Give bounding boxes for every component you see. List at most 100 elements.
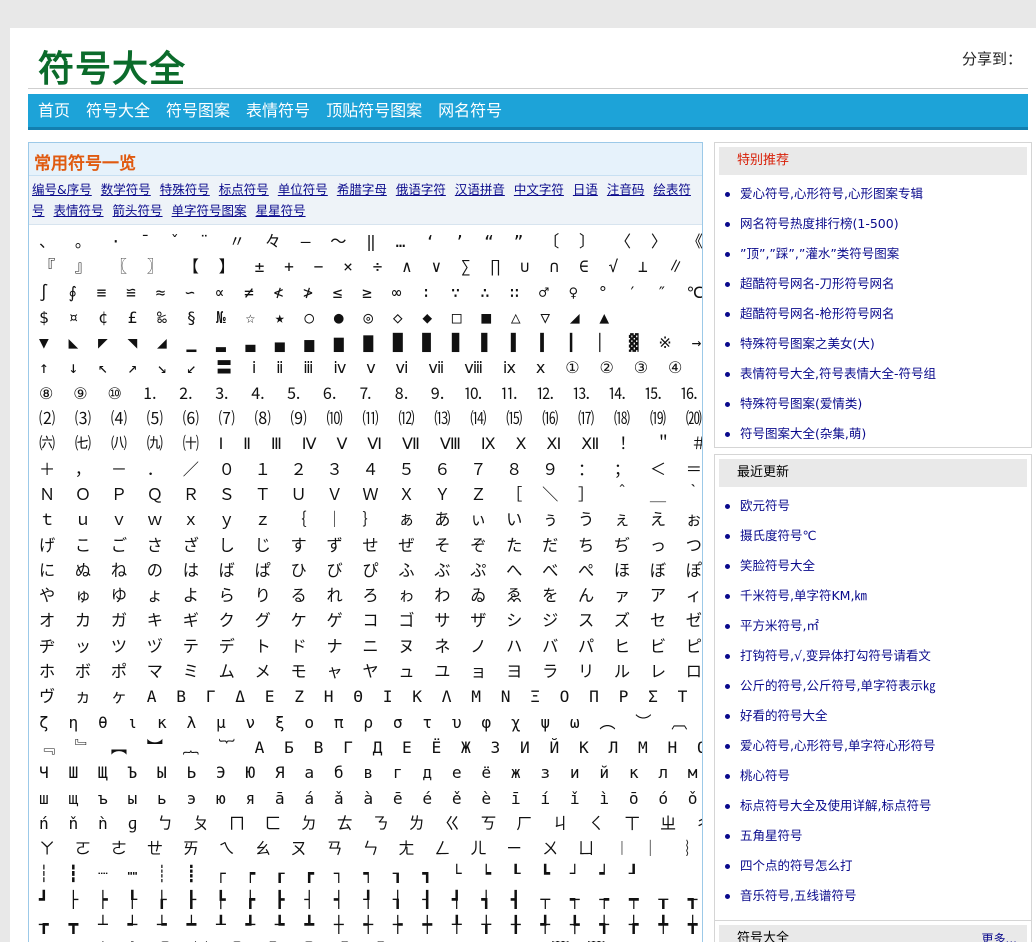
list-item[interactable]: 符号图案大全(杂集,萌) — [725, 419, 1031, 449]
list-item[interactable]: 网名符号热度排行榜(1-500) — [725, 209, 1031, 239]
more-link[interactable]: 更多... — [982, 925, 1017, 942]
symbol-row[interactable]: ╌ ╍ ╎ ╏ ㊣ ㈱ ㊞ ㊥ ㊕ ㊐ ㊑ ﹉ ﹊ ﹍ ﹎ ﹋ ﹌ ﹟ ﹠ — [39, 937, 700, 942]
symbol-row[interactable]: ↑ ↓ ↖ ↗ ↘ ↙ 〓 ⅰ ⅱ ⅲ ⅳ ⅴ ⅵ ⅶ ⅷ ⅸ ⅹ ① ② ③ … — [39, 355, 702, 380]
list-item-link[interactable]: 公斤的符号,公斤符号,单字符表示㎏ — [740, 678, 935, 693]
nav-link[interactable]: 网名符号 — [438, 94, 502, 127]
list-item-link[interactable]: 笑脸符号大全 — [740, 558, 815, 573]
symbol-row[interactable]: ∫ ∮ ≡ ≌ ≈ ∽ ∝ ≠ ≮ ≯ ≤ ≥ ∞ ∶ ∵ ∴ ∷ ♂ ♀ ° … — [39, 280, 702, 305]
symbol-row[interactable]: ζ η θ ι κ λ μ ν ξ ο π ρ σ τ υ φ χ ψ ω ︵ … — [39, 710, 702, 735]
list-item-link[interactable]: 超酷符号网名-刀形符号网名 — [740, 276, 895, 291]
category-link[interactable]: 俄语字符 — [396, 182, 446, 197]
list-item-link[interactable]: 五角星符号 — [740, 828, 803, 843]
list-item[interactable]: 好看的符号大全 — [725, 701, 1031, 731]
list-item[interactable]: 标点符号大全及使用详解,标点符号 — [725, 791, 1031, 821]
nav-link[interactable]: 首页 — [38, 94, 70, 127]
symbol-row[interactable]: ⑧ ⑨ ⑩ ⒈ ⒉ ⒊ ⒋ ⒌ ⒍ ⒎ ⒏ ⒐ ⒑ ⒒ ⒓ ⒔ ⒕ ⒖ ⒗ ⒘ … — [39, 381, 702, 406]
symbol-row[interactable]: ┛ ├ ┝ ┞ ┟ ┠ ┡ ┢ ┣ ┤ ┥ ┦ ┧ ┨ ┩ ┪ ┫ ┬ ┭ ┮ … — [39, 887, 700, 912]
symbol-row[interactable]: ▼ ◣ ◤ ◥ ◢ ▁ ▂ ▃ ▄ ▅ ▆ ▇ █ ▉ ▊ ▋ ▌ ▍ ▎ ▏ … — [39, 330, 702, 355]
symbol-row[interactable]: ш щ ъ ы ь э ю я ā á ǎ à ē é ě è ī í ǐ ì … — [39, 786, 702, 811]
category-link[interactable]: 表情符号 — [54, 203, 104, 218]
symbol-row[interactable]: ㄚ ㄛ ㄜ ㄝ ㄞ ㄟ ㄠ ㄡ ㄢ ㄣ ㄤ ㄥ ㄦ ㄧ ㄨ ㄩ ︱ ︳ ︴ ﹏ … — [39, 836, 702, 861]
category-link[interactable]: 注音码 — [607, 182, 645, 197]
list-item[interactable]: 笑脸符号大全 — [725, 551, 1031, 581]
list-item[interactable]: 摄氏度符号℃ — [725, 521, 1031, 551]
list-item-link[interactable]: 打钩符号,√,变异体打勾符号请看文 — [740, 648, 931, 663]
list-item-link[interactable]: 欧元符号 — [740, 498, 790, 513]
symbol-row[interactable]: Ч Ш Щ Ъ Ы Ь Э Ю Я а б в г д е ё ж з и й … — [39, 760, 702, 785]
symbol-row[interactable]: に ぬ ね の は ば ぱ ひ び ぴ ふ ぶ ぷ へ べ ぺ ほ ぼ ぽ ま … — [39, 558, 702, 583]
symbol-row[interactable]: Ｎ Ｏ Ｐ Ｑ Ｒ Ｓ Ｔ Ｕ Ｖ Ｗ Ｘ Ｙ Ｚ ［ ＼ ］ ＾ ＿ ｀ ａ … — [39, 482, 702, 507]
recent-box: 最近更新 欧元符号 摄氏度符号℃ 笑脸符号大全 千米符号,单字符KM,㎞ 平方米符号,㎡… — [714, 454, 1032, 926]
list-item-link[interactable]: 超酷符号网名-枪形符号网名 — [740, 306, 895, 321]
list-item[interactable]: 超酷符号网名-刀形符号网名 — [725, 269, 1031, 299]
recommend-list: 爱心符号,心形符号,心形图案专辑 网名符号热度排行榜(1-500) ”顶”,”踩”,… — [715, 179, 1031, 449]
list-item[interactable]: 表情符号大全,符号表情大全-符号组 — [725, 359, 1031, 389]
symbol-row[interactable]: ﹃ ﹄ ︻ ︼ ︷ ︸ А Б В Г Д Е Ё Ж З И Й К Л М … — [39, 735, 702, 760]
list-item[interactable]: 桃心符号 — [725, 761, 1031, 791]
list-item-link[interactable]: 符号图案大全(杂集,萌) — [740, 426, 866, 441]
symbol-row[interactable]: げ こ ご さ ざ し じ す ず せ ぜ そ ぞ た だ ち ぢ っ つ づ … — [39, 533, 702, 558]
symbol-row[interactable]: ｔ ｕ ｖ ｗ ｘ ｙ ｚ ｛ ｜ ｝ ぁ あ ぃ い ぅ う ぇ え ぉ お … — [39, 507, 702, 532]
list-item[interactable]: 四个点的符号怎么打 — [725, 851, 1031, 881]
list-item[interactable]: 爱心符号,心形符号,心形图案专辑 — [725, 179, 1031, 209]
list-item-link[interactable]: 爱心符号,心形符号,心形图案专辑 — [740, 186, 923, 201]
symbol-row[interactable]: ＋ ， － ． ／ ０ １ ２ ３ ４ ５ ６ ７ ８ ９ ： ； ＜ ＝ ＞ … — [39, 457, 702, 482]
list-item-link[interactable]: 网名符号热度排行榜(1-500) — [740, 216, 899, 231]
site-logo[interactable]: 符号大全 — [38, 40, 186, 92]
symbol-row[interactable]: ┆ ┇ ┈ ┉ ┊ ┋ ┌ ┍ ┎ ┏ ┐ ┑ ┒ ┓ └ ┕ ┖ ┗ ┘ ┙ … — [39, 861, 700, 886]
category-link[interactable]: 日语 — [573, 182, 598, 197]
symbol-row[interactable]: 、 。 · ˉ ˇ ¨ 〃 々 — ～ ‖ … ‘ ’ “ ” 〔 〕 〈 〉 … — [39, 229, 702, 254]
symbol-row[interactable]: オ カ ガ キ ギ ク グ ケ ゲ コ ゴ サ ザ シ ジ ス ズ セ ゼ ソ … — [39, 608, 702, 633]
list-item-link[interactable]: 桃心符号 — [740, 768, 790, 783]
nav-link[interactable]: 符号大全 — [86, 94, 150, 127]
category-link[interactable]: 单位符号 — [278, 182, 328, 197]
symbol-row[interactable]: ⑵ ⑶ ⑷ ⑸ ⑹ ⑺ ⑻ ⑼ ⑽ ⑾ ⑿ ⒀ ⒁ ⒂ ⒃ ⒄ ⒅ ⒆ ⒇ ㈠ … — [39, 406, 702, 431]
list-item[interactable]: 爱心符号,心形符号,单字符心形符号 — [725, 731, 1031, 761]
list-item[interactable]: 特殊符号图案(爱情类) — [725, 389, 1031, 419]
category-link[interactable]: 希腊字母 — [337, 182, 387, 197]
list-item-link[interactable]: 标点符号大全及使用详解,标点符号 — [740, 798, 931, 813]
category-link[interactable]: 汉语拼音 — [455, 182, 505, 197]
list-item[interactable]: 超酷符号网名-枪形符号网名 — [725, 299, 1031, 329]
category-link[interactable]: 星星符号 — [256, 203, 306, 218]
category-link[interactable]: 数学符号 — [101, 182, 151, 197]
nav-link[interactable]: 表情符号 — [246, 94, 310, 127]
nav-link[interactable]: 符号图案 — [166, 94, 230, 127]
list-item-link[interactable]: 千米符号,单字符KM,㎞ — [740, 588, 867, 603]
symbol-row[interactable]: ┲ ┳ ┴ ┵ ┶ ┷ ┸ ┹ ┺ ┻ ┼ ┽ ┾ ┿ ╀ ╁ ╂ ╃ ╄ ╅ … — [39, 912, 702, 937]
category-link[interactable]: 单字符号图案 — [172, 203, 247, 218]
category-link[interactable]: 标点符号 — [219, 182, 269, 197]
list-item[interactable]: 公斤的符号,公斤符号,单字符表示㎏ — [725, 671, 1031, 701]
symbol-row[interactable]: ホ ボ ポ マ ミ ム メ モ ャ ヤ ュ ユ ョ ヨ ラ リ ル レ ロ ヮ … — [39, 659, 702, 684]
symbol-row[interactable]: ń ň ǹ ɡ ㄅ ㄆ ㄇ ㄈ ㄉ ㄊ ㄋ ㄌ ㄍ ㄎ ㄏ ㄐ ㄑ ㄒ ㄓ ㄔ … — [39, 811, 702, 836]
symbol-row[interactable]: ヂ ッ ツ ヅ テ デ ト ド ナ ニ ヌ ネ ノ ハ バ パ ヒ ビ ピ フ … — [39, 634, 702, 659]
list-item-link[interactable]: 音乐符号,五线谱符号 — [740, 888, 856, 903]
category-link[interactable]: 特殊符号 — [160, 182, 210, 197]
category-link[interactable]: 箭头符号 — [113, 203, 163, 218]
list-item-link[interactable]: 好看的符号大全 — [740, 708, 828, 723]
list-item[interactable]: 特殊符号图案之美女(大) — [725, 329, 1031, 359]
nav-link[interactable]: 顶贴符号图案 — [326, 94, 422, 127]
symbol-row[interactable]: ヴ ヵ ヶ Α Β Γ Δ Ε Ζ Η Θ Ι Κ Λ Μ Ν Ξ Ο Π Ρ … — [39, 684, 702, 709]
symbol-row[interactable]: 『 』 〖 〗 【 】 ± + − × ÷ ∧ ∨ ∑ ∏ ∪ ∩ ∈ √ ⊥ … — [39, 254, 702, 279]
list-item[interactable]: 打钩符号,√,变异体打勾符号请看文 — [725, 641, 1031, 671]
list-item-link[interactable]: 平方米符号,㎡ — [740, 618, 819, 633]
list-item[interactable]: 千米符号,单字符KM,㎞ — [725, 581, 1031, 611]
symbol-row[interactable]: $ ¤ ¢ £ ‰ § № ☆ ★ ○ ● ◎ ◇ ◆ □ ■ △ ▽ ◢ ▲ — [39, 305, 700, 330]
symbol-row[interactable]: ㈥ ㈦ ㈧ ㈨ ㈩ Ⅰ Ⅱ Ⅲ Ⅳ Ⅴ Ⅵ Ⅶ Ⅷ Ⅸ Ⅹ Ⅺ Ⅻ ！ ＂ ＃ … — [39, 431, 702, 456]
category-link[interactable]: 编号&序号 — [32, 182, 92, 197]
category-link[interactable]: 中文字符 — [514, 182, 564, 197]
list-item[interactable]: 五角星符号 — [725, 821, 1031, 851]
list-item-link[interactable]: 爱心符号,心形符号,单字符心形符号 — [740, 738, 935, 753]
list-item-link[interactable]: 摄氏度符号℃ — [740, 528, 817, 543]
list-item[interactable]: 欧元符号 — [725, 491, 1031, 521]
list-item[interactable]: 音乐符号,五线谱符号 — [725, 881, 1031, 911]
list-item-link[interactable]: 特殊符号图案之美女(大) — [740, 336, 875, 351]
list-item[interactable]: ”顶”,”踩”,”灌水”类符号图案 — [725, 239, 1031, 269]
list-item-link[interactable]: 四个点的符号怎么打 — [740, 858, 853, 873]
list-item-link[interactable]: 特殊符号图案(爱情类) — [740, 396, 862, 411]
list-item[interactable]: 平方米符号,㎡ — [725, 611, 1031, 641]
list-item-link[interactable]: ”顶”,”踩”,”灌水”类符号图案 — [740, 246, 899, 261]
list-item-link[interactable]: 表情符号大全,符号表情大全-符号组 — [740, 366, 936, 381]
symbol-row[interactable]: や ゅ ゆ ょ よ ら り る れ ろ ゎ わ ゐ ゑ を ん ァ ア ィ イ … — [39, 583, 702, 608]
